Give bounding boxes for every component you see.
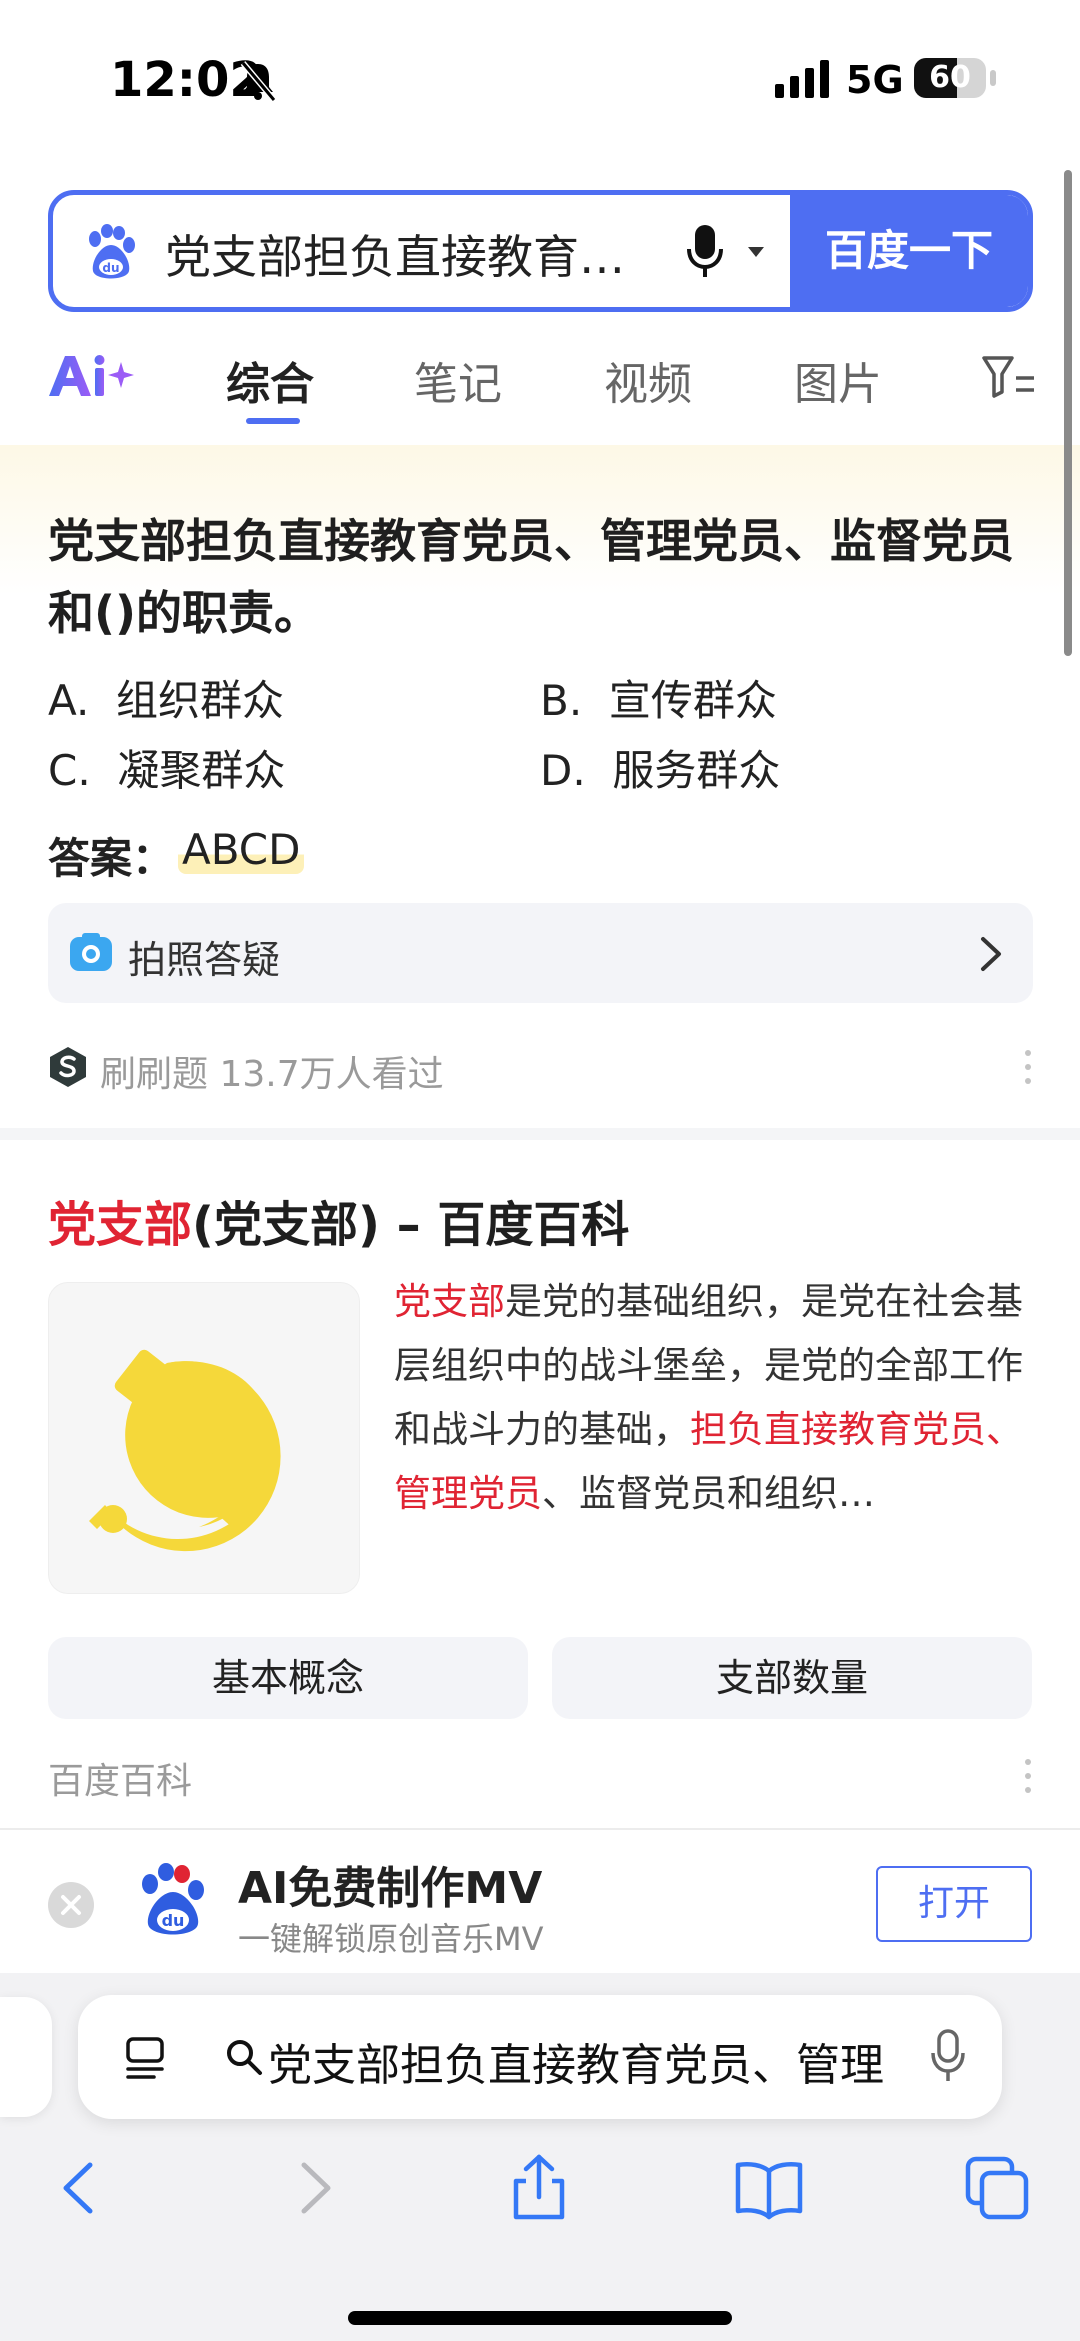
search-box[interactable]: du 党支部担负直接教育… 百度一下 [48,190,1033,312]
tabs-icon[interactable] [962,2153,1032,2223]
filter-icon[interactable] [980,352,1036,400]
forward-icon[interactable] [278,2153,348,2223]
search-button[interactable]: 百度一下 [790,195,1028,307]
battery-percent: 60 [929,60,971,95]
search-input[interactable]: 党支部担负直接教育… [165,221,725,287]
baike-title-highlight: 党支部 [48,1197,193,1253]
question-text: 党支部担负直接教育党员、管理党员、监督党员和()的职责。 [48,514,1014,640]
baidu-app-logo-icon: du [142,1863,204,1935]
cellular-signal-icon [775,60,829,98]
photo-qa-label: 拍照答疑 [128,938,281,982]
status-bar: 12:02 5G 60 [0,0,1080,160]
answer-source-row: 刷刷题 13.7万人看过 [48,1037,1038,1097]
baidu-paw-icon: du [89,224,135,279]
battery-nub [990,70,996,86]
option-text: 凝聚群众 [117,746,286,795]
shuashuati-logo-icon [50,1047,86,1087]
tab-notes[interactable]: 笔记 [414,348,502,412]
camera-icon [70,933,112,971]
network-type: 5G [846,58,904,102]
chevron-right-icon [981,937,1001,971]
ai-icon[interactable] [45,348,135,404]
section-divider [0,1128,1080,1140]
svg-text:du: du [102,261,119,275]
page-menu-icon[interactable] [124,2035,166,2081]
active-tab-indicator [246,418,300,424]
app-promo-banner: du AI免费制作MV 一键解锁原创音乐MV 打开 [0,1828,1080,1973]
answer-card: 党支部担负直接教育党员、管理党员、监督党员和()的职责。 A. 组织群众 B. … [0,445,1080,1125]
close-icon [61,1895,81,1915]
previous-tab-peek[interactable] [0,1997,52,2117]
baike-description: 党支部是党的基础组织，是党在社会基层组织中的战斗堡垒，是党的全部工作和战斗力的基… [394,1270,1034,1526]
silent-bell-icon [240,61,277,102]
svg-text:du: du [162,1911,185,1930]
answer-source-text: 刷刷题 13.7万人看过 [100,1054,444,1095]
tab-videos[interactable]: 视频 [604,348,692,412]
result-tabs: 综合 笔记 视频 图片 [0,330,1080,430]
app-promo-title: AI免费制作MV [238,1863,543,1914]
battery-icon: 60 [914,58,986,98]
search-icon [227,2040,262,2075]
baike-title-link[interactable]: 党支部(党支部) – 百度百科 [48,1185,629,1255]
open-app-button[interactable]: 打开 [876,1866,1032,1942]
baike-source: 百度百科 [48,1761,193,1802]
option-text: 服务群众 [612,746,781,795]
option-text: 组织群众 [116,676,285,725]
chevron-down-icon[interactable] [748,247,764,257]
option-b: B. 宣传群众 [540,667,777,728]
home-indicator [348,2311,732,2325]
option-a: A. 组织群众 [48,667,284,728]
hammer-sickle-icon [89,1349,281,1552]
answer-label: 答案： [48,834,175,883]
option-letter: C. [48,746,91,795]
answer-value: ABCD [178,825,305,874]
address-text[interactable]: 党支部担负直接教育党员、管理 [268,2029,958,2093]
close-banner-button[interactable] [48,1882,94,1928]
tab-images[interactable]: 图片 [794,348,882,412]
microphone-icon[interactable] [685,225,725,279]
option-letter: B. [540,676,583,725]
photo-qa-button[interactable]: 拍照答疑 [48,903,1033,1003]
option-text: 宣传群众 [608,676,777,725]
party-emblem-image[interactable] [48,1282,360,1594]
more-options-icon[interactable] [1024,1758,1032,1794]
option-d: D. 服务群众 [540,737,780,798]
baike-title-rest: (党支部) – 百度百科 [192,1197,630,1253]
option-c: C. 凝聚群众 [48,737,285,798]
baike-desc-text: 、监督党员和组织… [542,1472,875,1515]
back-icon[interactable] [46,2153,116,2223]
scrollbar[interactable] [1064,170,1072,656]
bookmarks-icon[interactable] [734,2153,804,2223]
browser-bottom-bar: 党支部担负直接教育党员、管理 [0,1973,1080,2341]
app-promo-subtitle: 一键解锁原创音乐MV [238,1920,544,1958]
address-bar[interactable]: 党支部担负直接教育党员、管理 [78,1995,1002,2119]
tab-comprehensive[interactable]: 综合 [226,348,314,412]
option-letter: A. [48,676,90,725]
chip-basic-concept[interactable]: 基本概念 [48,1637,528,1719]
option-letter: D. [540,746,586,795]
baike-desc-highlight: 党支部 [394,1280,505,1323]
share-icon[interactable] [504,2153,574,2223]
microphone-icon[interactable] [930,2029,966,2085]
more-options-icon[interactable] [1024,1049,1032,1085]
chip-branch-count[interactable]: 支部数量 [552,1637,1032,1719]
